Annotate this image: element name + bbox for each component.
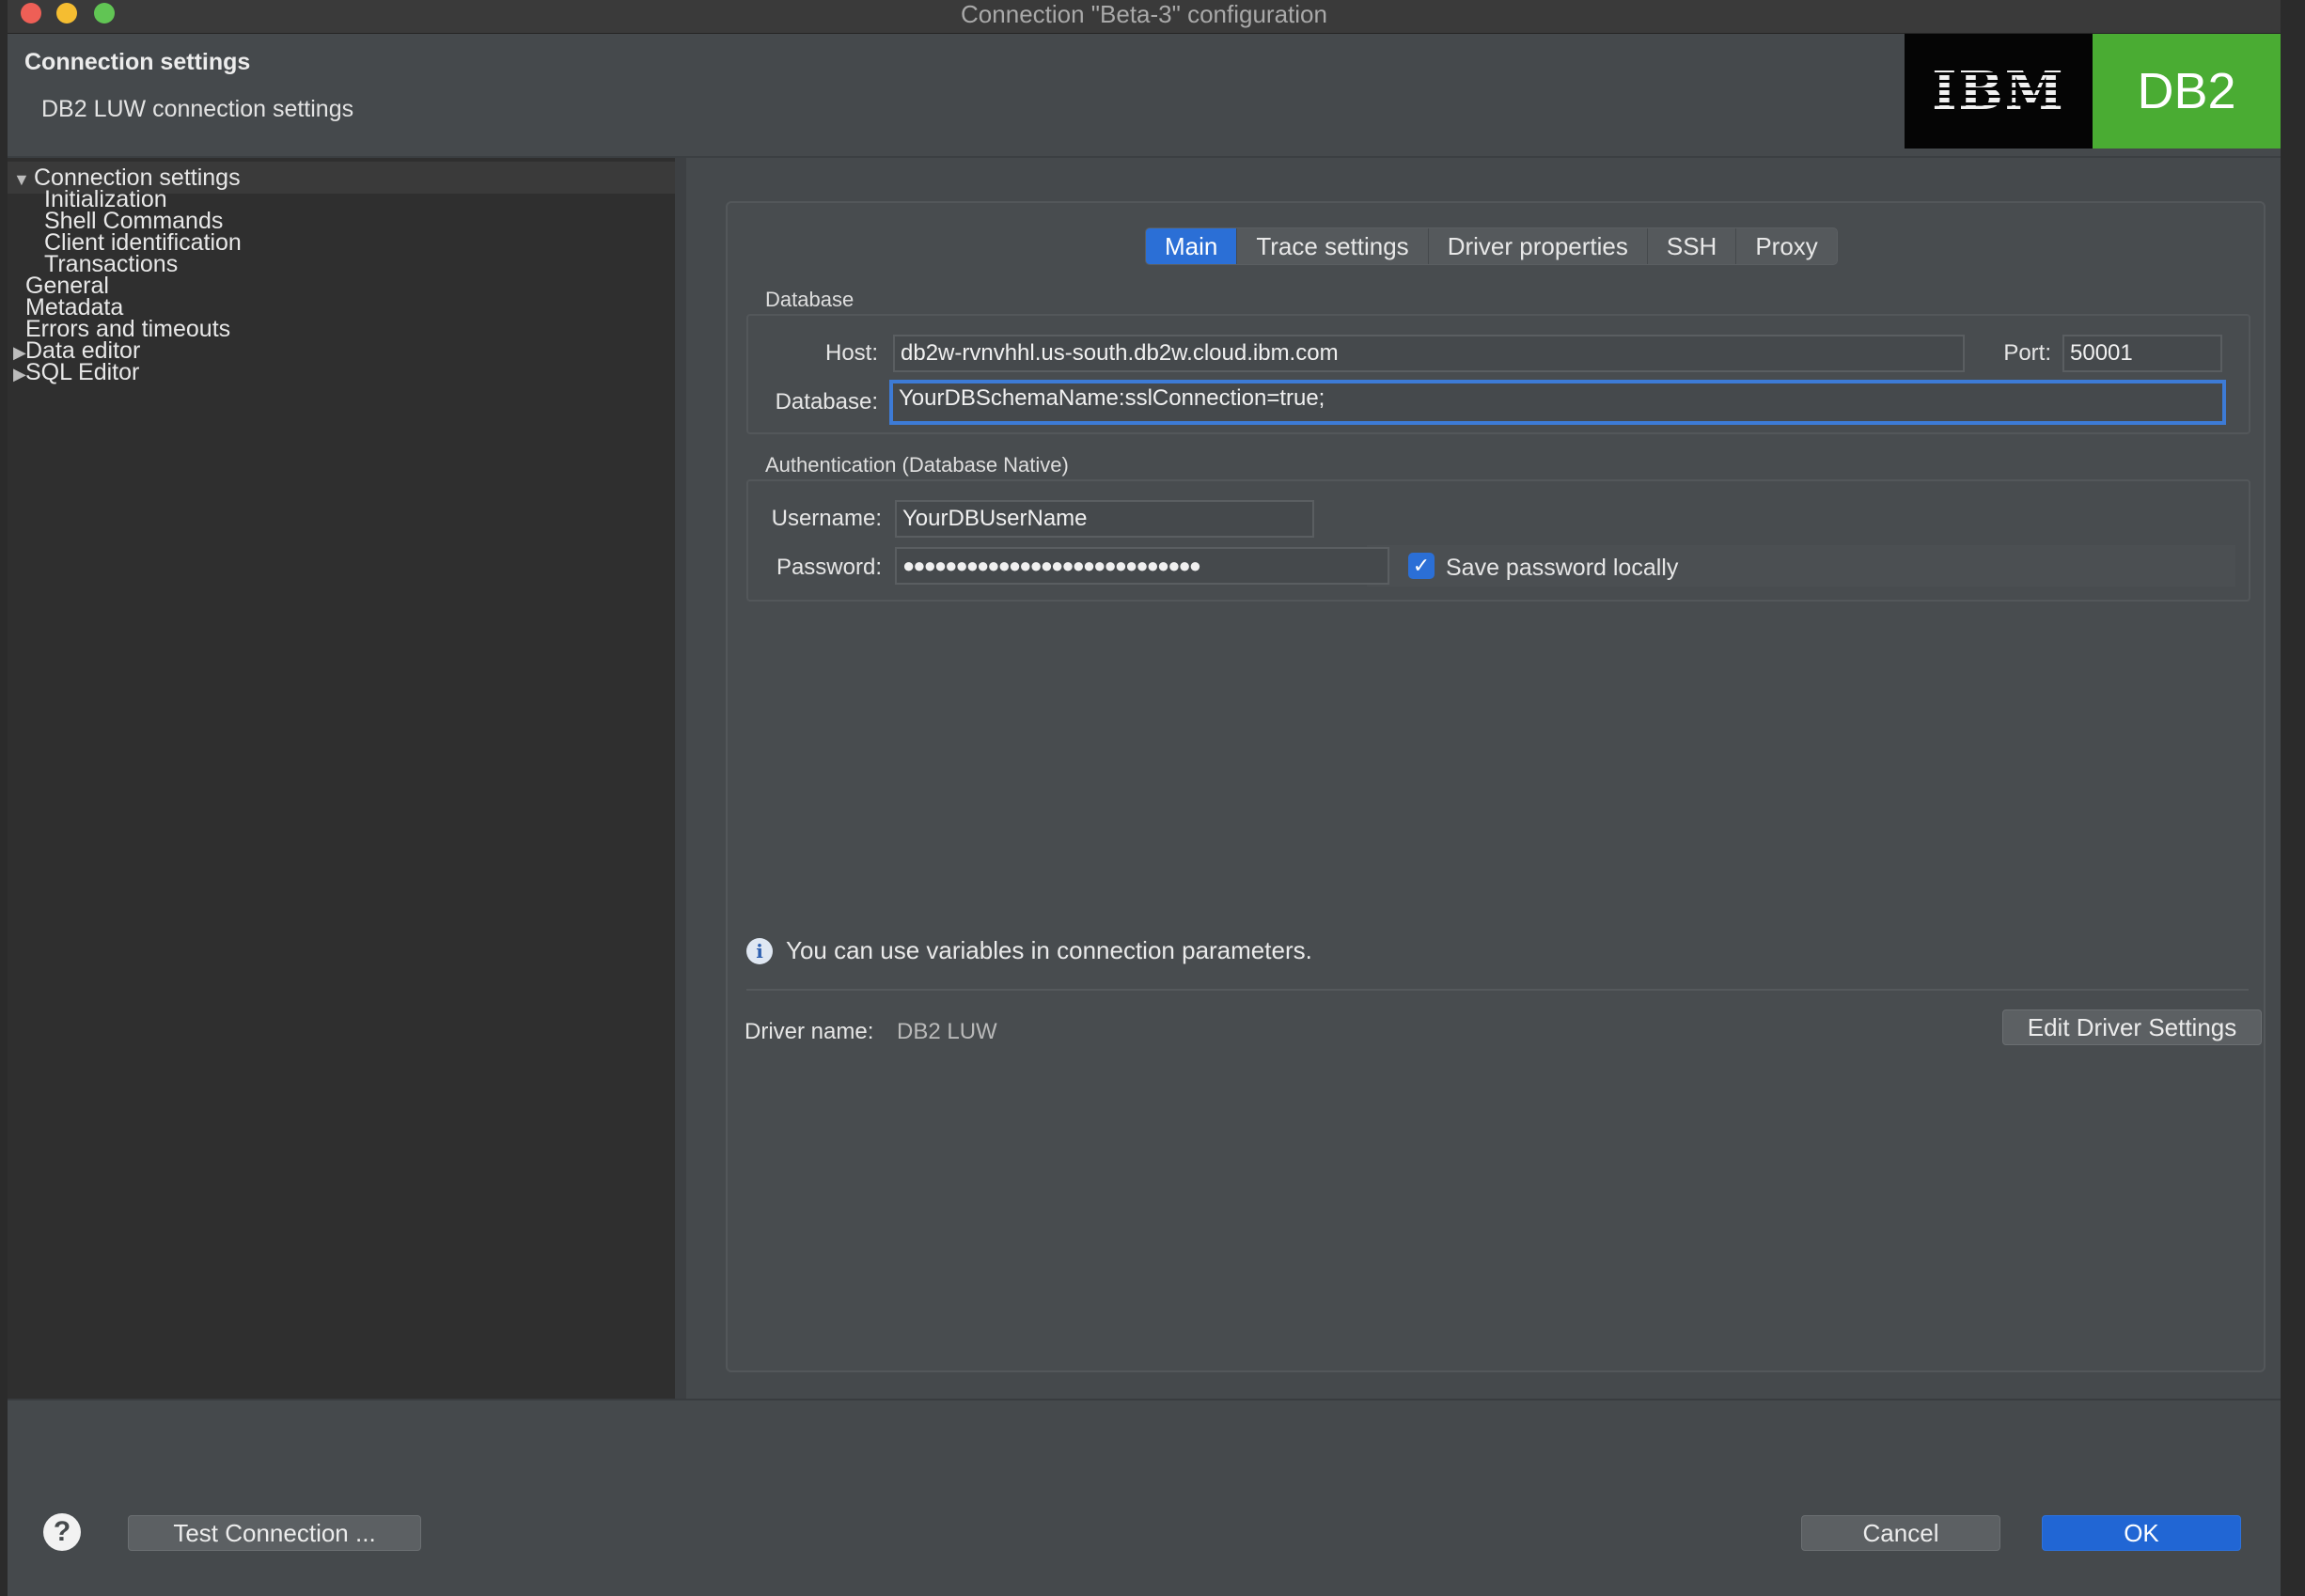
- password-input[interactable]: ●●●●●●●●●●●●●●●●●●●●●●●●●●●●: [895, 547, 1389, 585]
- tab-main[interactable]: Main: [1146, 228, 1238, 264]
- test-connection-button[interactable]: Test Connection ...: [128, 1515, 421, 1551]
- info-icon: i: [746, 938, 773, 964]
- save-password-checkbox[interactable]: ✓: [1408, 553, 1435, 579]
- port-input[interactable]: 50001: [2062, 335, 2222, 372]
- window-title: Connection "Beta-3" configuration: [961, 0, 1327, 28]
- title-bar: Connection "Beta-3" configuration: [8, 0, 2281, 34]
- tab-ssh[interactable]: SSH: [1648, 228, 1737, 264]
- database-input[interactable]: YourDBSchemaName:sslConnection=true;: [889, 380, 2226, 425]
- tab-driver-properties[interactable]: Driver properties: [1429, 228, 1648, 264]
- username-input[interactable]: YourDBUserName: [895, 500, 1314, 538]
- database-group-label: Database: [765, 288, 855, 311]
- tab-trace-settings[interactable]: Trace settings: [1237, 228, 1429, 264]
- cancel-button[interactable]: Cancel: [1801, 1515, 2000, 1551]
- collapsed-arrow-icon[interactable]: ▶: [13, 358, 26, 390]
- driver-name-label: Driver name:: [745, 1019, 874, 1044]
- tab-panel: Main Trace settings Driver properties SS…: [726, 201, 2266, 1372]
- tab-proxy[interactable]: Proxy: [1736, 228, 1836, 264]
- dialog-header: Connection settings DB2 LUW connection s…: [8, 34, 2281, 158]
- database-label: Database:: [775, 389, 878, 415]
- host-label: Host:: [824, 340, 878, 366]
- password-label: Password:: [776, 555, 882, 580]
- separator: [746, 989, 2249, 991]
- edit-driver-settings-button[interactable]: Edit Driver Settings: [2002, 1009, 2262, 1045]
- tree-item-sql-editor[interactable]: ▶SQL Editor: [13, 356, 139, 388]
- variables-info-text: You can use variables in connection para…: [786, 936, 1312, 964]
- page-subtitle: DB2 LUW connection settings: [41, 96, 354, 122]
- connection-dialog: Connection "Beta-3" configuration Connec…: [8, 0, 2281, 1596]
- expand-arrow-icon[interactable]: ▼: [13, 164, 34, 196]
- db2-logo: DB2: [2093, 34, 2281, 149]
- settings-tree: ▼ Connection settings Initialization Shel…: [8, 158, 686, 1399]
- port-label: Port:: [2003, 340, 2051, 366]
- help-icon[interactable]: ?: [43, 1513, 81, 1551]
- ibm-logo: IBM: [1905, 34, 2093, 149]
- page-title: Connection settings: [24, 49, 251, 75]
- host-input[interactable]: db2w-rvnvhhl.us-south.db2w.cloud.ibm.com: [893, 335, 1965, 372]
- driver-name-value: DB2 LUW: [897, 1019, 997, 1044]
- tab-bar: Main Trace settings Driver properties SS…: [1145, 227, 1838, 265]
- settings-content: Main Trace settings Driver properties SS…: [703, 158, 2281, 1399]
- username-label: Username:: [771, 506, 882, 531]
- auth-group-label: Authentication (Database Native): [765, 453, 1069, 477]
- save-password-label[interactable]: Save password locally: [1446, 555, 1678, 582]
- ok-button[interactable]: OK: [2042, 1515, 2241, 1551]
- dialog-footer: ? Test Connection ... Cancel OK: [8, 1399, 2281, 1596]
